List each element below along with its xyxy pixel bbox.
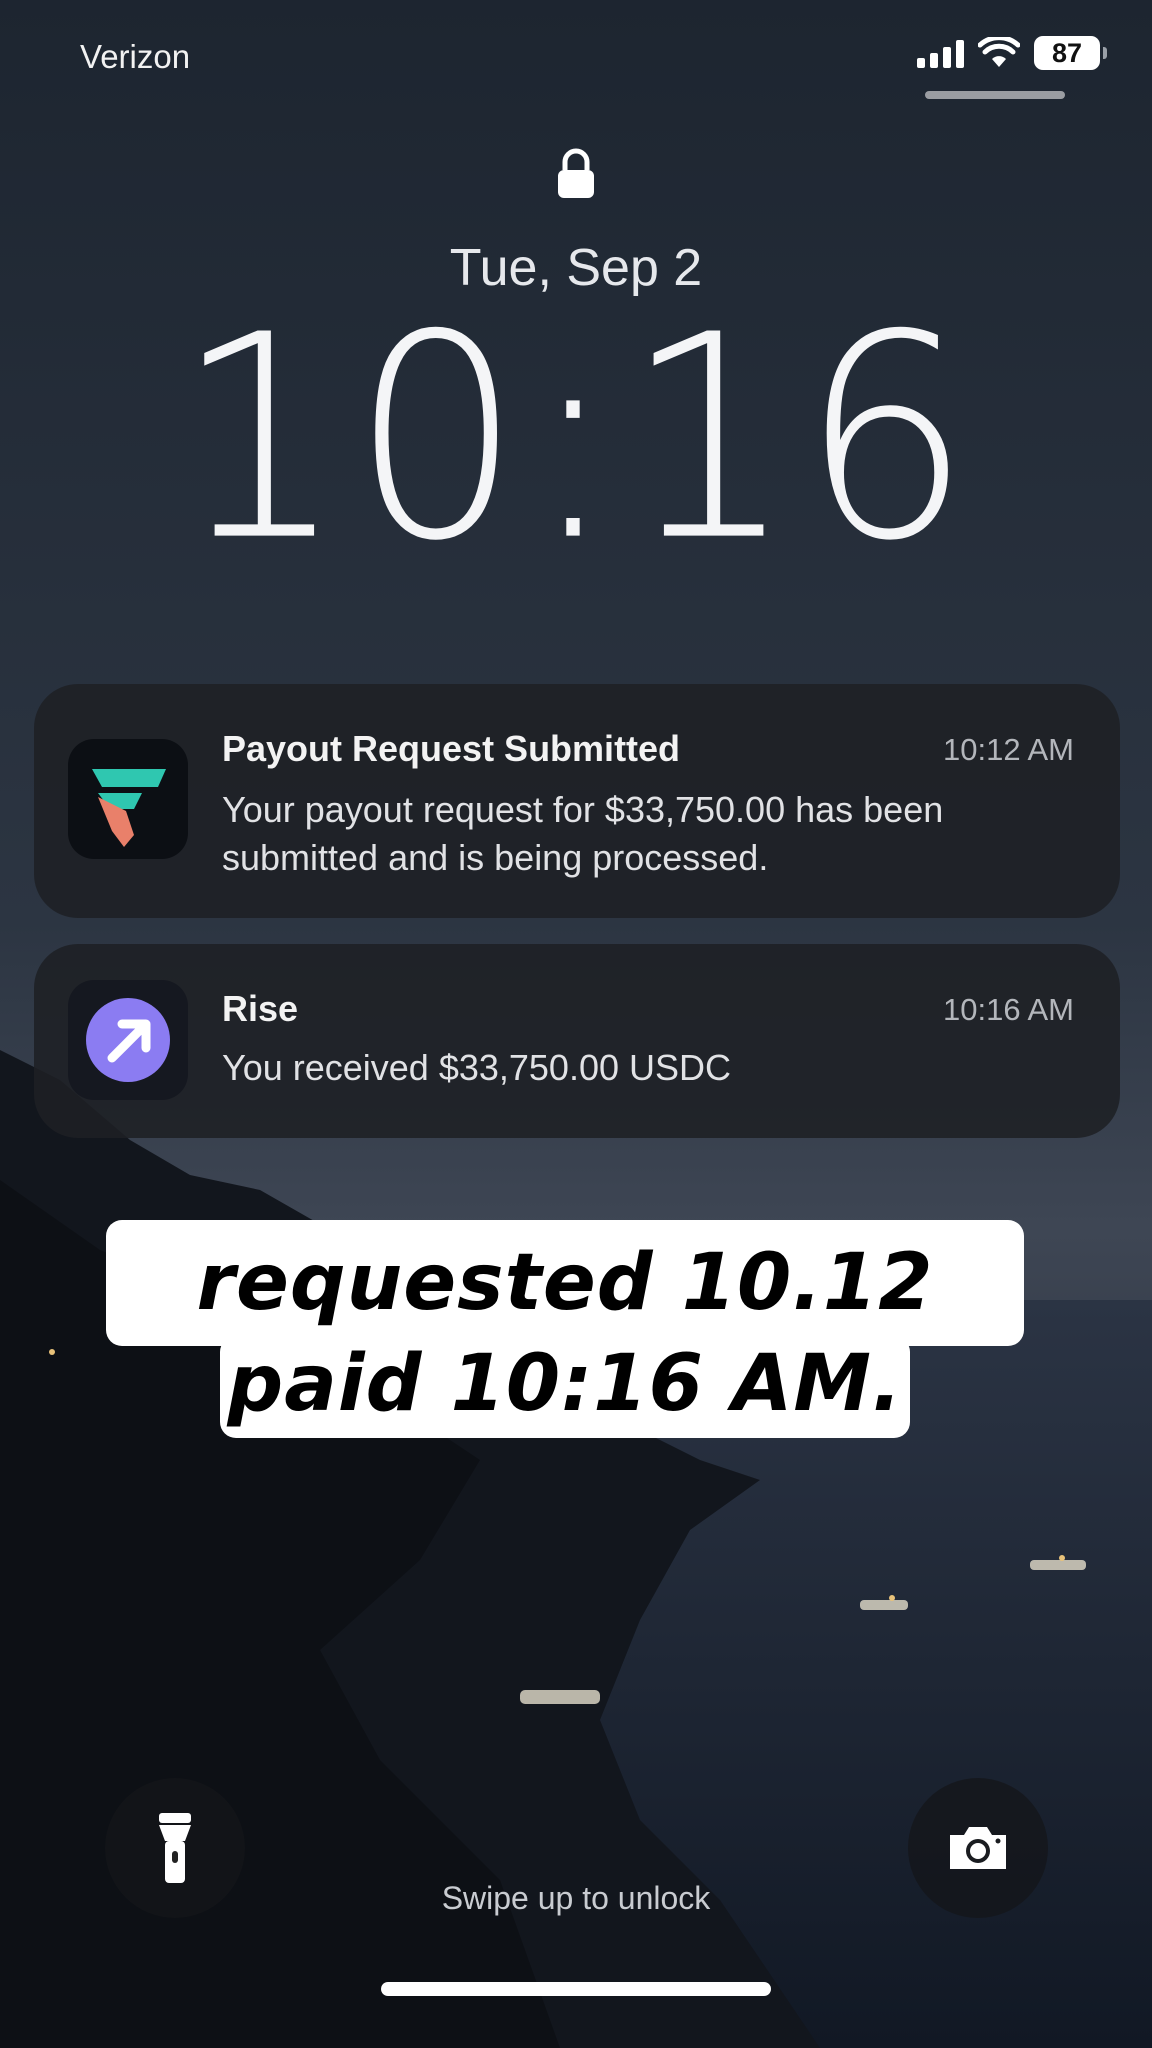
f-logo-icon bbox=[68, 739, 188, 859]
lock-time: 10:16 bbox=[174, 275, 978, 603]
cellular-signal-icon bbox=[917, 38, 964, 68]
notification-body: Your payout request for $33,750.00 has b… bbox=[222, 789, 944, 878]
notification-body: You received $33,750.00 USDC bbox=[222, 1047, 732, 1088]
lock-icon bbox=[558, 148, 594, 198]
notification-title: Payout Request Submitted bbox=[222, 728, 681, 769]
status-icons: 87 bbox=[917, 36, 1107, 70]
camera-icon bbox=[950, 1827, 1006, 1869]
notification-title: Rise bbox=[222, 988, 299, 1029]
battery-icon: 87 bbox=[1034, 36, 1107, 70]
caption-line-1: requested 10.12 AM. bbox=[106, 1220, 1024, 1454]
control-center-indicator[interactable] bbox=[925, 91, 1065, 99]
carrier-label: Verizon bbox=[80, 38, 191, 75]
notification-rise[interactable]: Rise 10:16 AM You received $33,750.00 US… bbox=[34, 944, 1120, 1138]
wifi-icon bbox=[978, 37, 1020, 67]
notification-payout[interactable]: Payout Request Submitted 10:12 AM Your p… bbox=[34, 684, 1120, 918]
swipe-to-unlock-hint: Swipe up to unlock bbox=[441, 1880, 711, 1916]
home-indicator[interactable] bbox=[381, 1982, 771, 1996]
flashlight-icon bbox=[159, 1813, 191, 1883]
caption-line-2: paid 10:16 AM. bbox=[220, 1336, 910, 1438]
notification-time: 10:16 AM bbox=[943, 992, 1074, 1027]
rise-arrow-icon bbox=[68, 980, 188, 1100]
notification-time: 10:12 AM bbox=[943, 732, 1074, 767]
